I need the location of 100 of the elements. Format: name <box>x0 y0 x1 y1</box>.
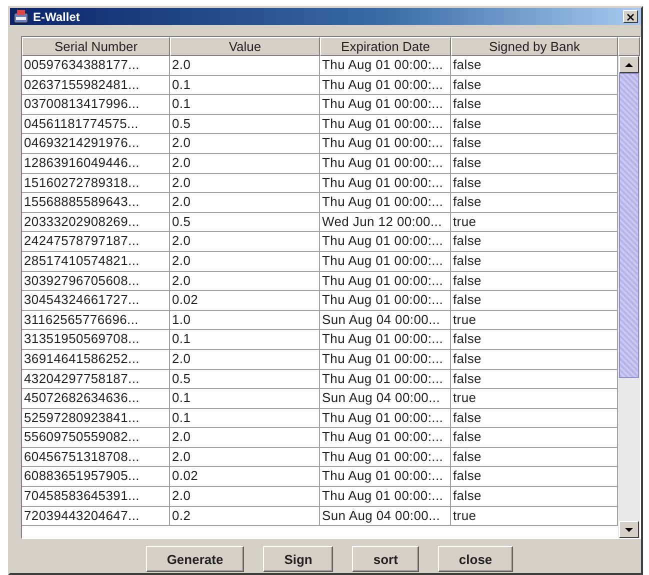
table-cell: Thu Aug 01 00:00:... <box>320 408 451 428</box>
table-cell: 30454324661727... <box>22 291 170 311</box>
table-cell: Thu Aug 01 00:00:... <box>320 448 451 468</box>
table-cell: true <box>451 506 618 526</box>
table-cell: 55609750559082... <box>22 428 170 448</box>
down-arrow-icon <box>625 528 633 532</box>
table-cell: 0.02 <box>170 467 320 488</box>
table-cell: Thu Aug 01 00:00:... <box>320 95 451 115</box>
table-cell: Thu Aug 01 00:00:... <box>320 330 451 350</box>
table-cell: 60456751318708... <box>22 448 170 468</box>
table-cell: false <box>451 134 618 154</box>
table-cell: 0.1 <box>170 76 320 96</box>
table-cell: false <box>451 291 618 311</box>
table-cell: 04693214291976... <box>22 134 170 154</box>
table-cell: 30392796705608... <box>22 272 170 292</box>
table-cell: false <box>451 114 618 134</box>
table-cell: 0.5 <box>170 370 320 390</box>
table-cell: Thu Aug 01 00:00:... <box>320 467 451 488</box>
table-cell: 0.2 <box>170 506 320 526</box>
table-cell: false <box>451 193 618 213</box>
table-cell: 0.5 <box>170 114 320 134</box>
table-cell: false <box>451 76 618 96</box>
table-cell: Wed Jun 12 00:00... <box>320 212 451 232</box>
table-cell: 2.0 <box>170 448 320 468</box>
table-cell: false <box>451 330 618 350</box>
table-cell: Thu Aug 01 00:00:... <box>320 252 451 272</box>
table-cell: 20333202908269... <box>22 212 170 232</box>
table-cell: Thu Aug 01 00:00:... <box>320 487 451 507</box>
table-cell: false <box>451 95 618 115</box>
table-cell: false <box>451 174 618 194</box>
table-cell: false <box>451 408 618 428</box>
column-header[interactable]: Expiration Date <box>320 37 451 56</box>
scroll-thumb[interactable] <box>619 73 639 378</box>
table-cell: 2.0 <box>170 272 320 292</box>
app-icon <box>13 10 29 24</box>
table-cell: 70458583645391... <box>22 487 170 507</box>
table-cell: 72039443204647... <box>22 506 170 526</box>
table-cell: 2.0 <box>170 232 320 252</box>
window-title: E-Wallet <box>33 10 81 24</box>
column-header[interactable]: Signed by Bank <box>451 37 618 56</box>
table-cell: 12863916049446... <box>22 154 170 174</box>
table-cell: 2.0 <box>170 487 320 507</box>
table-cell: 2.0 <box>170 350 320 370</box>
action-button[interactable]: sort <box>352 546 419 572</box>
up-arrow-icon <box>625 62 633 66</box>
table-cell: false <box>451 487 618 507</box>
table-cell: 0.5 <box>170 212 320 232</box>
table-cell: Thu Aug 01 00:00:... <box>320 134 451 154</box>
table-cell: 52597280923841... <box>22 408 170 428</box>
table-cell: 2.0 <box>170 134 320 154</box>
table-cell: 28517410574821... <box>22 252 170 272</box>
table-cell: 2.0 <box>170 56 320 76</box>
table-cell: 60883651957905... <box>22 467 170 488</box>
table-cell: false <box>451 370 618 390</box>
table-cell: 15568885589643... <box>22 193 170 213</box>
action-button[interactable]: close <box>438 546 514 572</box>
table-cell: 31351950569708... <box>22 330 170 350</box>
table-cell: 02637155982481... <box>22 76 170 96</box>
table-cell: 2.0 <box>170 193 320 213</box>
table-cell: false <box>451 272 618 292</box>
table-cell: Thu Aug 01 00:00:... <box>320 154 451 174</box>
table-cell: Thu Aug 01 00:00:... <box>320 232 451 252</box>
table-cell: false <box>451 428 618 448</box>
table-cell: 15160272789318... <box>22 174 170 194</box>
table-cell: 0.1 <box>170 95 320 115</box>
table-cell: 03700813417996... <box>22 95 170 115</box>
action-button[interactable]: Sign <box>263 546 334 572</box>
table-cell: 36914641586252... <box>22 350 170 370</box>
table-cell: Thu Aug 01 00:00:... <box>320 174 451 194</box>
table-cell: Thu Aug 01 00:00:... <box>320 291 451 311</box>
table-cell: 24247578797187... <box>22 232 170 252</box>
column-header[interactable]: Serial Number <box>22 37 170 56</box>
table-cell: 1.0 <box>170 310 320 330</box>
table-cell: 00597634388177... <box>22 56 170 76</box>
table-cell: Thu Aug 01 00:00:... <box>320 428 451 448</box>
action-button[interactable]: Generate <box>146 546 244 572</box>
table-cell: 2.0 <box>170 252 320 272</box>
table-cell: 31162565776696... <box>22 310 170 330</box>
table-cell: true <box>451 389 618 409</box>
table-cell: 2.0 <box>170 154 320 174</box>
table-cell: Sun Aug 04 00:00... <box>320 389 451 409</box>
table-cell: 2.0 <box>170 174 320 194</box>
table-cell: Thu Aug 01 00:00:... <box>320 350 451 370</box>
table-cell: Thu Aug 01 00:00:... <box>320 272 451 292</box>
table-cell: Thu Aug 01 00:00:... <box>320 370 451 390</box>
table-cell: false <box>451 448 618 468</box>
table-cell: 0.1 <box>170 389 320 409</box>
scroll-up-button[interactable] <box>619 56 639 73</box>
close-button[interactable]: × <box>623 10 638 23</box>
column-header[interactable]: Value <box>170 37 320 56</box>
table-cell: 0.02 <box>170 291 320 311</box>
table-cell: Thu Aug 01 00:00:... <box>320 76 451 96</box>
scroll-down-button[interactable] <box>619 521 639 538</box>
table-cell: Sun Aug 04 00:00... <box>320 506 451 526</box>
table-cell: 04561181774575... <box>22 114 170 134</box>
table-cell: 0.1 <box>170 408 320 428</box>
table-cell: 45072682634636... <box>22 389 170 409</box>
table-cell: Thu Aug 01 00:00:... <box>320 193 451 213</box>
table-cell: false <box>451 56 618 76</box>
table-cell: Sun Aug 04 00:00... <box>320 310 451 330</box>
